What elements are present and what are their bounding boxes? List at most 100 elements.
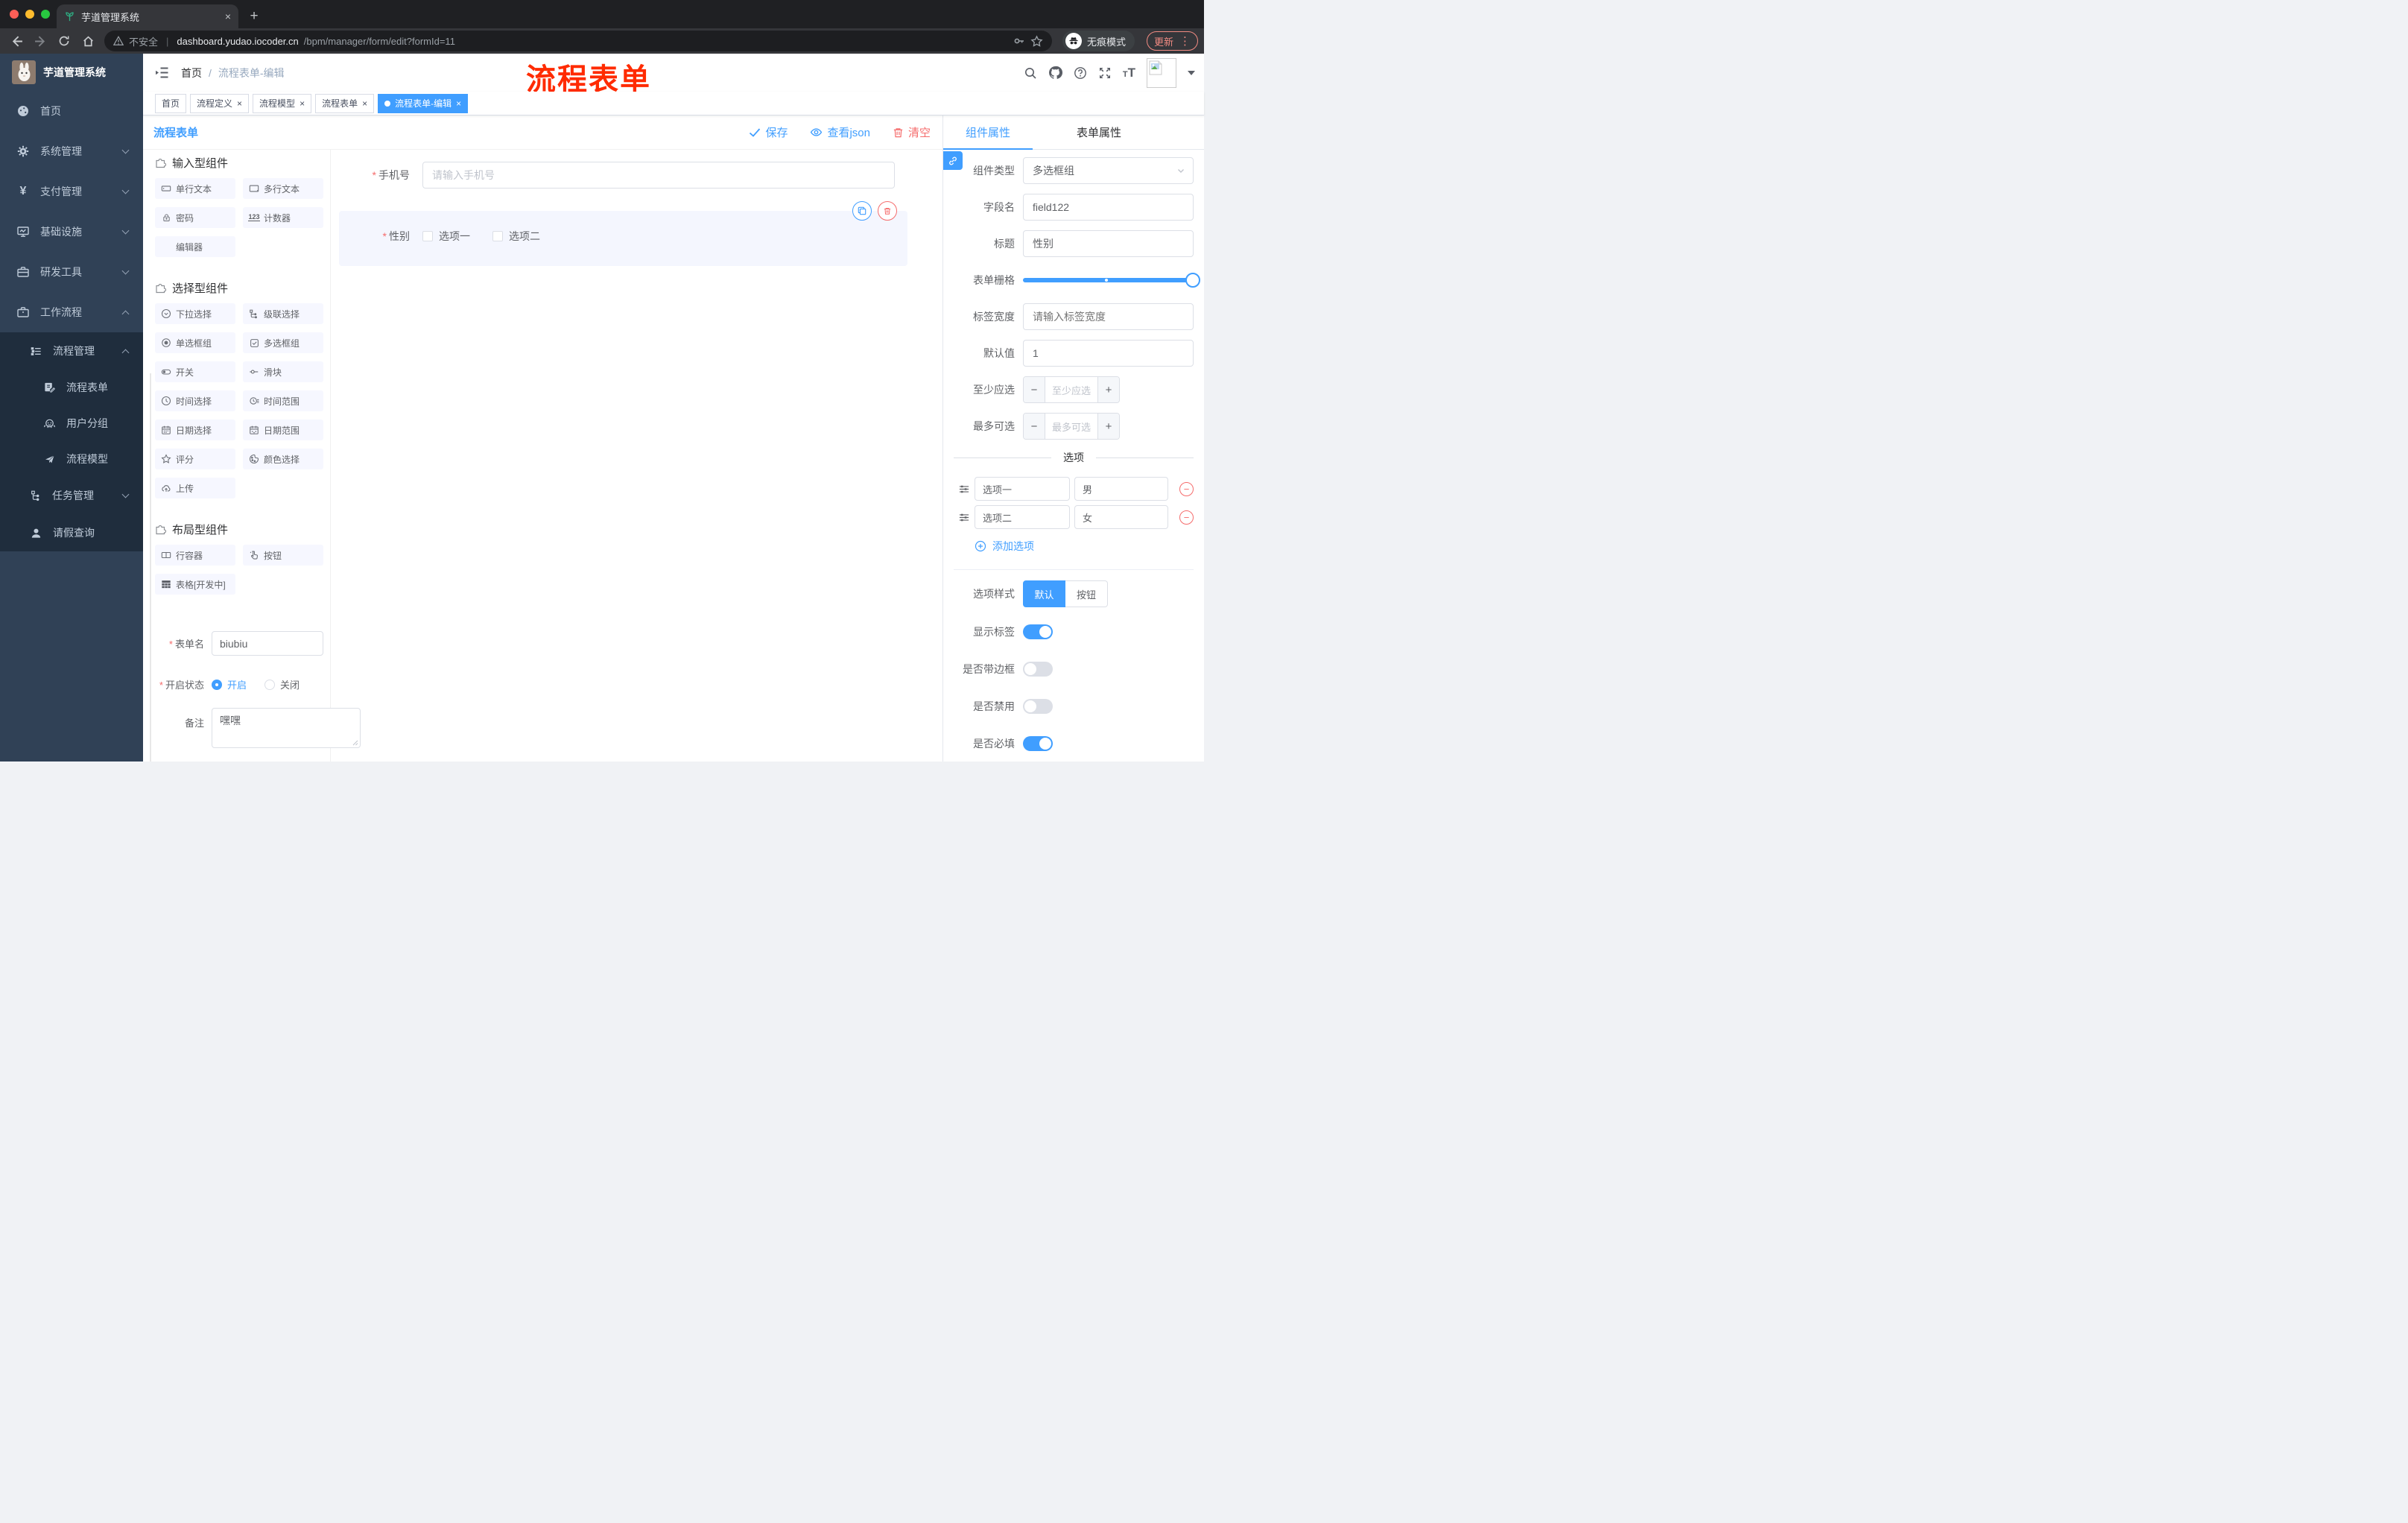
palette-item-button[interactable]: 按钮 xyxy=(243,545,323,566)
close-window-button[interactable] xyxy=(10,10,19,19)
forward-icon[interactable] xyxy=(30,31,51,51)
sidebar-item-workflow[interactable]: 工作流程 xyxy=(0,292,143,332)
form-name-input[interactable] xyxy=(212,631,323,656)
plus-button[interactable]: + xyxy=(1097,377,1119,402)
palette-item-checkbox-group[interactable]: 多选框组 xyxy=(243,332,323,353)
sidebar-item-process-form[interactable]: 流程表单 xyxy=(0,370,143,405)
component-type-select[interactable]: 多选框组 xyxy=(1023,157,1194,184)
sidebar-item-task-management[interactable]: 任务管理 xyxy=(0,477,143,514)
status-radio-off[interactable]: 关闭 xyxy=(264,677,300,691)
palette-item-counter[interactable]: 123 计数器 xyxy=(243,207,323,228)
tag-process-form-edit[interactable]: 流程表单-编辑 × xyxy=(378,93,469,113)
drag-handle-icon[interactable] xyxy=(958,484,970,495)
fullscreen-icon[interactable] xyxy=(1098,66,1112,80)
palette-item-cascader[interactable]: 级联选择 xyxy=(243,303,323,324)
palette-item-password[interactable]: 密码 xyxy=(155,207,235,228)
browser-update-button[interactable]: 更新 ⋮ xyxy=(1146,31,1198,51)
clear-button[interactable]: 清空 xyxy=(893,124,931,140)
back-icon[interactable] xyxy=(6,31,27,51)
selected-component-gender[interactable]: 性别 选项一 选项二 xyxy=(339,201,907,266)
sidebar-item-devtools[interactable]: 研发工具 xyxy=(0,252,143,292)
disabled-switch[interactable] xyxy=(1023,699,1053,714)
option2-value-input[interactable] xyxy=(1074,505,1168,529)
tab-close-icon[interactable]: × xyxy=(225,10,231,22)
palette-item-time-range[interactable]: 时间范围 xyxy=(243,390,323,411)
sidebar-item-home[interactable]: 首页 xyxy=(0,91,143,131)
tag-close-icon[interactable]: × xyxy=(300,99,305,108)
palette-item-table[interactable]: 表格[开发中] xyxy=(155,574,235,595)
sidebar-item-leave-query[interactable]: 请假查询 xyxy=(0,514,143,551)
remove-option-button[interactable]: − xyxy=(1179,510,1194,525)
palette-item-row-container[interactable]: 行容器 xyxy=(155,545,235,566)
palette-item-editor[interactable]: 编辑器 xyxy=(155,236,235,257)
tag-process-definition[interactable]: 流程定义 × xyxy=(190,93,250,113)
option1-label-input[interactable] xyxy=(975,477,1070,501)
palette-item-upload[interactable]: 上传 xyxy=(155,478,235,498)
palette-item-date-range[interactable]: 日期范围 xyxy=(243,419,323,440)
remark-textarea[interactable]: 嘿嘿 xyxy=(212,708,361,748)
palette-item-date-picker[interactable]: 日期选择 xyxy=(155,419,235,440)
tag-home[interactable]: 首页 xyxy=(155,93,187,113)
palette-item-single-text[interactable]: 单行文本 xyxy=(155,178,235,199)
sidebar-item-user-group[interactable]: 用户分组 xyxy=(0,405,143,441)
tag-close-icon[interactable]: × xyxy=(456,99,461,108)
min-select-stepper[interactable]: − 至少应选 + xyxy=(1023,376,1120,403)
tab-form-props[interactable]: 表单属性 xyxy=(1033,115,1165,149)
bookmark-star-icon[interactable] xyxy=(1030,34,1043,48)
palette-item-time-picker[interactable]: 时间选择 xyxy=(155,390,235,411)
tag-close-icon[interactable]: × xyxy=(237,99,242,108)
github-icon[interactable] xyxy=(1048,66,1062,80)
maximize-window-button[interactable] xyxy=(41,10,50,19)
sidebar-item-process-model[interactable]: 流程模型 xyxy=(0,441,143,477)
option-style-button-button[interactable]: 按钮 xyxy=(1065,580,1108,607)
address-bar[interactable]: 不安全 | dashboard.yudao.iocoder.cn/bpm/man… xyxy=(104,31,1052,51)
palette-item-color-picker[interactable]: 颜色选择 xyxy=(243,449,323,469)
hamburger-icon[interactable] xyxy=(155,66,169,79)
remove-option-button[interactable]: − xyxy=(1179,481,1194,496)
sidebar-item-payment[interactable]: ¥ 支付管理 xyxy=(0,171,143,212)
reload-icon[interactable] xyxy=(54,31,75,51)
avatar[interactable] xyxy=(1147,57,1176,88)
new-tab-button[interactable]: + xyxy=(244,7,264,26)
password-key-icon[interactable] xyxy=(1013,35,1025,47)
plus-button[interactable]: + xyxy=(1097,414,1119,439)
tag-process-model[interactable]: 流程模型 × xyxy=(253,93,312,113)
show-label-switch[interactable] xyxy=(1023,624,1053,639)
palette-item-multi-text[interactable]: 多行文本 xyxy=(243,178,323,199)
search-icon[interactable] xyxy=(1024,66,1037,80)
default-value-input[interactable] xyxy=(1023,340,1194,367)
help-icon[interactable] xyxy=(1074,66,1087,80)
option-style-default-button[interactable]: 默认 xyxy=(1023,580,1065,607)
palette-item-radio-group[interactable]: 单选框组 xyxy=(155,332,235,353)
palette-item-rate[interactable]: 评分 xyxy=(155,449,235,469)
option2-label-input[interactable] xyxy=(975,505,1070,529)
avatar-caret-icon[interactable] xyxy=(1188,70,1195,75)
slider-handle[interactable] xyxy=(1185,273,1200,288)
add-option-button[interactable]: 添加选项 xyxy=(975,538,1204,554)
palette-item-slider[interactable]: 滑块 xyxy=(243,361,323,382)
phone-input[interactable] xyxy=(422,162,895,189)
tag-process-form[interactable]: 流程表单 × xyxy=(315,93,375,113)
home-icon[interactable] xyxy=(77,31,98,51)
breadcrumb-home[interactable]: 首页 xyxy=(181,66,202,80)
status-radio-on[interactable]: 开启 xyxy=(212,677,247,691)
tag-close-icon[interactable]: × xyxy=(362,99,367,108)
palette-item-switch[interactable]: 开关 xyxy=(155,361,235,382)
minus-button[interactable]: − xyxy=(1024,377,1045,402)
label-width-input[interactable] xyxy=(1023,303,1194,330)
option1-value-input[interactable] xyxy=(1074,477,1168,501)
sidebar-item-system[interactable]: 系统管理 xyxy=(0,131,143,171)
view-json-button[interactable]: 查看json xyxy=(810,124,870,140)
phone-field[interactable]: 手机号 xyxy=(339,162,895,189)
gender-option1-checkbox[interactable]: 选项一 xyxy=(422,229,470,244)
link-tab-button[interactable] xyxy=(943,151,963,170)
max-select-stepper[interactable]: − 最多可选 + xyxy=(1023,413,1120,440)
title-input[interactable] xyxy=(1023,230,1194,257)
copy-component-button[interactable] xyxy=(852,201,872,221)
tab-component-props[interactable]: 组件属性 xyxy=(943,115,1033,150)
gender-option2-checkbox[interactable]: 选项二 xyxy=(492,229,540,244)
browser-tab[interactable]: 芋道管理系统 × xyxy=(57,4,238,28)
sidebar-logo[interactable]: 芋道管理系统 xyxy=(0,54,143,91)
palette-item-select[interactable]: 下拉选择 xyxy=(155,303,235,324)
minimize-window-button[interactable] xyxy=(25,10,34,19)
